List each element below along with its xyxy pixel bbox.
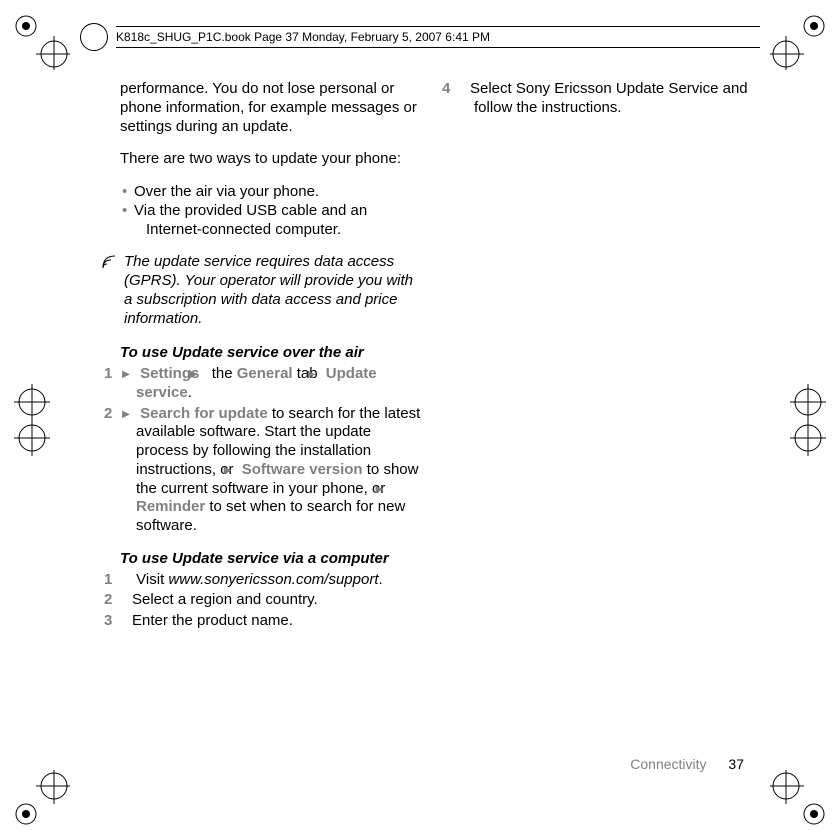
pc-step-2: Select a region and country.	[120, 591, 422, 610]
list-item: Over the air via your phone.	[134, 183, 422, 202]
right-column: Select Sony Ericsson Update Service and …	[458, 80, 760, 740]
footer-section: Connectivity	[630, 756, 706, 772]
left-column: performance. You do not lose personal or…	[120, 80, 422, 740]
update-methods-list: Over the air via your phone. Via the pro…	[120, 183, 422, 239]
continued-steps: Select Sony Ericsson Update Service and …	[458, 80, 760, 118]
crop-mark-tl	[10, 10, 74, 74]
crop-mark-tr	[766, 10, 830, 74]
ui-label: Search for update	[140, 405, 268, 422]
crop-mark-bl	[10, 766, 74, 830]
triangle-icon: ▶	[389, 484, 393, 497]
pc-step-3: Enter the product name.	[120, 612, 422, 631]
page-content: performance. You do not lose personal or…	[120, 80, 760, 740]
header-title: K818c_SHUG_P1C.book Page 37 Monday, Febr…	[116, 27, 760, 47]
ota-heading: To use Update service over the air	[120, 344, 422, 363]
step-4: Select Sony Ericsson Update Service and …	[458, 80, 760, 118]
crop-mark-br	[766, 766, 830, 830]
crop-mark-right	[778, 380, 838, 460]
list-item: Via the provided USB cable and an Intern…	[134, 202, 422, 240]
intro-paragraph-2: There are two ways to update your phone:	[120, 150, 422, 169]
document-header: K818c_SHUG_P1C.book Page 37 Monday, Febr…	[80, 20, 760, 54]
ui-label: Software version	[242, 461, 363, 478]
crop-mark-left	[2, 380, 62, 460]
ota-steps: ▶Settings ▶ the General tab ▶Update serv…	[120, 365, 422, 536]
page-footer: Connectivity 37	[630, 756, 744, 772]
pc-step-1: Visit www.sonyericsson.com/support.	[120, 571, 422, 590]
ota-step-1: ▶Settings ▶ the General tab ▶Update serv…	[120, 365, 422, 403]
page-bubble-icon	[80, 23, 108, 51]
signal-icon	[102, 253, 116, 328]
url-text: www.sonyericsson.com/support	[168, 571, 378, 588]
note-text: The update service requires data access …	[124, 253, 422, 328]
pc-steps: Visit www.sonyericsson.com/support. Sele…	[120, 571, 422, 631]
pc-heading: To use Update service via a computer	[120, 550, 422, 569]
ota-step-2: ▶Search for update to search for the lat…	[120, 405, 422, 536]
ui-label: Reminder	[136, 498, 205, 515]
footer-page-number: 37	[728, 756, 744, 772]
intro-paragraph-1: performance. You do not lose personal or…	[120, 80, 422, 136]
ui-label: General	[237, 365, 293, 382]
note-block: The update service requires data access …	[102, 253, 422, 328]
